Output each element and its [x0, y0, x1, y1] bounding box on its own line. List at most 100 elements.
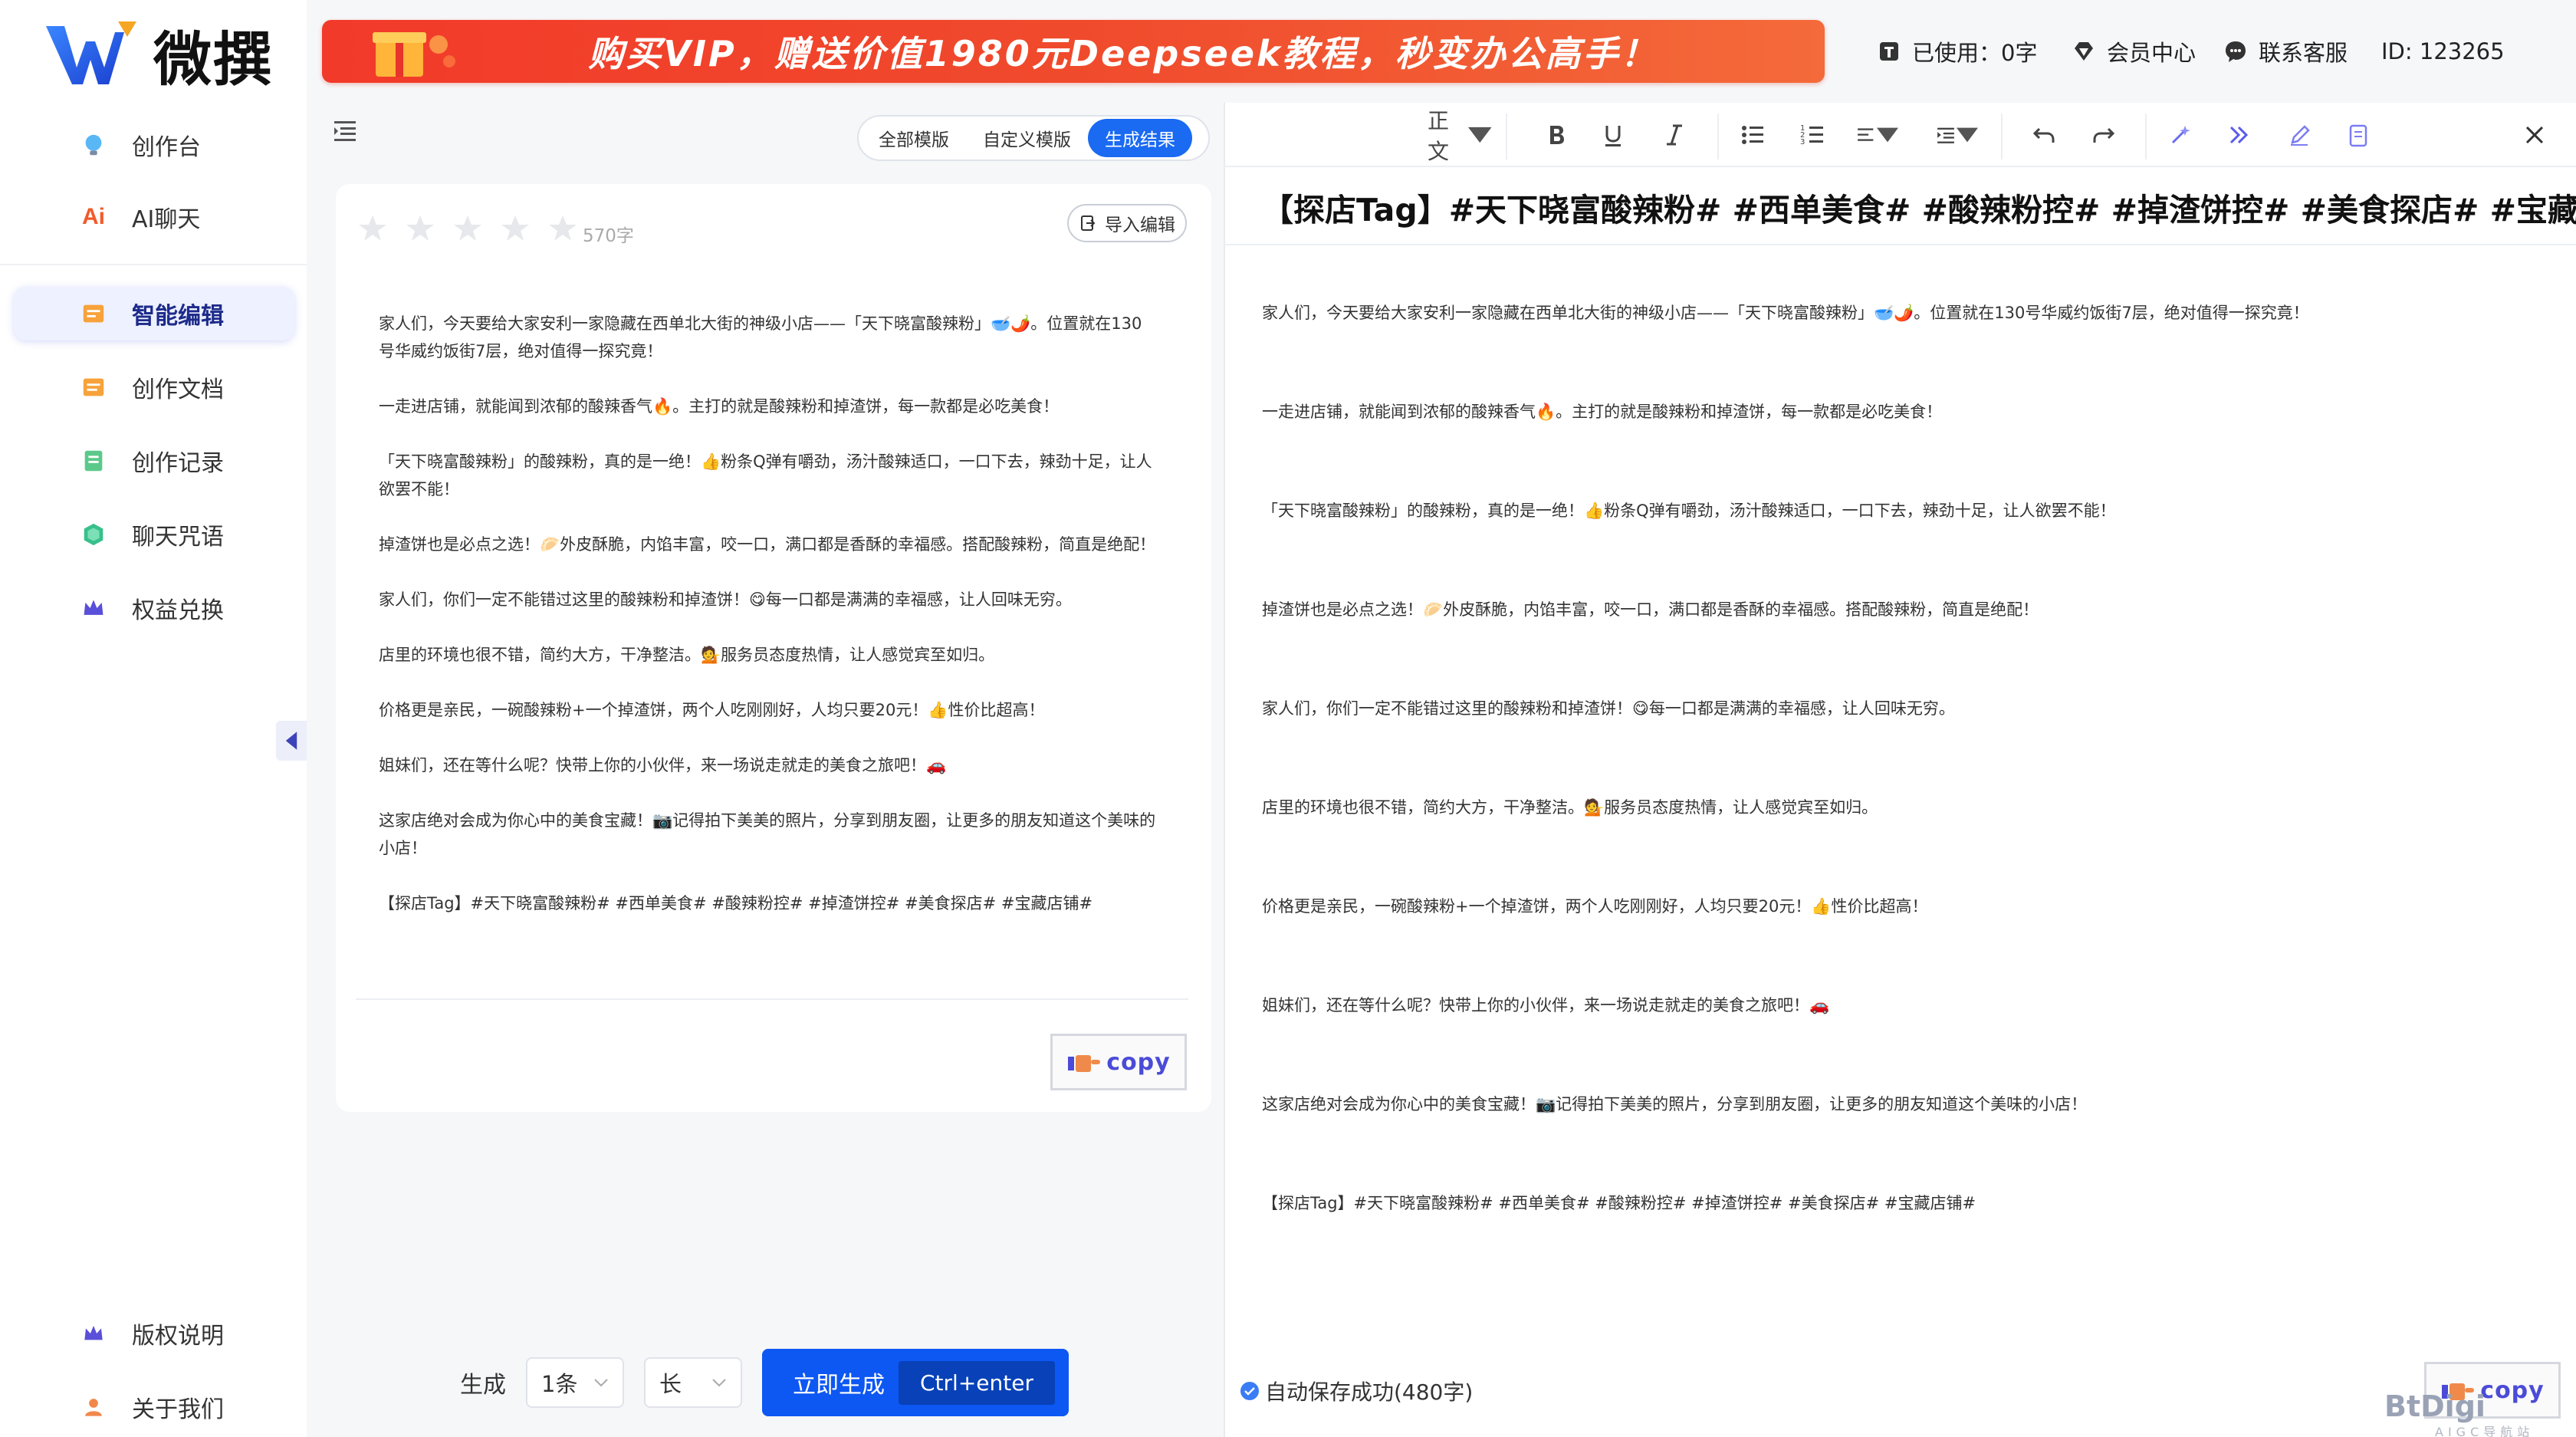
autosave-text: 自动保存成功(480字): [1265, 1379, 1474, 1405]
member-center-link[interactable]: 会员中心: [2072, 32, 2196, 71]
result-paragraph: 这家店绝对会成为你心中的美食宝藏！📷记得拍下美美的照片，分享到朋友圈，让更多的朋…: [379, 811, 1156, 857]
indent-select[interactable]: [1935, 117, 1978, 153]
result-paragraph: 「天下晓富酸辣粉」的酸辣粉，真的是一绝！👍粉条Q弹有嚼劲，汤汁酸辣适口，一口下去…: [379, 452, 1152, 498]
paragraph-style-select[interactable]: 正文: [1428, 108, 1492, 164]
check-circle-icon: [1240, 1382, 1259, 1400]
copy-hand-icon: [1068, 1055, 1101, 1072]
title-divider: [1224, 244, 2576, 245]
star-icon[interactable]: [452, 213, 483, 244]
result-paragraph: 姐妹们，还在等什么呢？快带上你的小伙伴，来一场说走就走的美食之旅吧！🚗: [379, 756, 947, 774]
length-select[interactable]: 长: [644, 1357, 742, 1408]
star-icon[interactable]: [405, 213, 435, 244]
count-select[interactable]: 1条: [526, 1357, 624, 1408]
chevron-down-icon: [594, 1379, 608, 1387]
svg-text:3: 3: [1800, 138, 1805, 146]
editor-paragraph[interactable]: 「天下晓富酸辣粉」的酸辣粉，真的是一绝！👍粉条Q弹有嚼劲，汤汁酸辣适口，一口下去…: [1262, 497, 2550, 596]
member-center-label: 会员中心: [2107, 40, 2196, 66]
tab-results[interactable]: 生成结果: [1088, 119, 1192, 157]
bulb-icon: [80, 131, 107, 159]
bold-button[interactable]: [1541, 117, 1572, 153]
nav-divider: [0, 264, 307, 265]
editor-paragraph[interactable]: 掉渣饼也是必点之选！🥟外皮酥脆，内馅丰富，咬一口，满口都是香酥的幸福感。搭配酸辣…: [1262, 596, 2550, 695]
editor-paragraph[interactable]: 这家店绝对会成为你心中的美食宝藏！📷记得拍下美美的照片，分享到朋友圈，让更多的朋…: [1262, 1090, 2550, 1189]
ai-magic-button[interactable]: [2165, 117, 2196, 153]
continue-writing-button[interactable]: [2223, 117, 2254, 153]
align-select[interactable]: [1855, 117, 1898, 153]
editor-paragraph[interactable]: 一走进店铺，就能闻到浓郁的酸辣香气🔥。主打的就是酸辣粉和掉渣饼，每一款都是必吃美…: [1262, 398, 2550, 497]
triangle-left-icon: [285, 732, 297, 750]
clipboard-icon: [2349, 124, 2367, 147]
watermark: BtDigi: [2384, 1389, 2486, 1423]
ai-chat-icon: Ai: [82, 204, 105, 229]
star-icon[interactable]: [357, 213, 388, 244]
sidebar-item-label: AI聊天: [132, 206, 201, 233]
redo-button[interactable]: [2088, 117, 2119, 153]
sidebar-item-copyright[interactable]: 版权说明: [14, 1307, 294, 1360]
smart-edit-icon: [80, 300, 107, 327]
editor-paragraph[interactable]: 家人们，你们一定不能错过这里的酸辣粉和掉渣饼！😋每一口都是满满的幸福感，让人回味…: [1262, 695, 2550, 794]
import-to-editor-button[interactable]: 导入编辑: [1067, 204, 1187, 242]
tab-all-templates[interactable]: 全部模版: [862, 119, 966, 157]
editor-paragraph[interactable]: 价格更是亲民，一碗酸辣粉+一个掉渣饼，两个人吃刚刚好，人均只要20元！👍性价比超…: [1262, 893, 2550, 991]
sidebar-item-documents[interactable]: 创作文档: [14, 360, 294, 414]
contact-support-link[interactable]: 联系客服: [2223, 32, 2348, 71]
brand-logo[interactable]: 微撰: [44, 20, 273, 94]
redo-icon: [2093, 127, 2115, 143]
sidebar-item-workbench[interactable]: 创作台: [14, 118, 294, 172]
toolbar-separator: [1506, 113, 1507, 159]
shortcut-hint: Ctrl+enter: [899, 1360, 1055, 1405]
user-icon: [80, 1393, 107, 1421]
generate-button-label: 立即生成: [793, 1372, 885, 1399]
summary-button[interactable]: [2343, 117, 2374, 153]
banner-text: 购买VIP，赠送价值1980元Deepseek教程，秒变办公高手！: [588, 33, 1658, 74]
close-editor-button[interactable]: [2519, 117, 2550, 153]
sidebar-item-smart-edit[interactable]: 智能编辑: [14, 287, 294, 340]
user-id: ID: 123265: [2381, 32, 2505, 71]
undo-button[interactable]: [2029, 117, 2059, 153]
sidebar-item-about[interactable]: 关于我们: [14, 1380, 294, 1434]
rewrite-button[interactable]: [2285, 117, 2315, 153]
editor-title[interactable]: 【探店Tag】#天下晓富酸辣粉# #西单美食# #酸辣粉控# #掉渣饼控# #美…: [1262, 184, 2576, 230]
editor-paragraph[interactable]: 姐妹们，还在等什么呢？快带上你的小伙伴，来一场说走就走的美食之旅吧！🚗: [1262, 991, 2550, 1090]
numbered-list-button[interactable]: 123: [1797, 117, 1828, 153]
vip-promo-banner[interactable]: 购买VIP，赠送价值1980元Deepseek教程，秒变办公高手！: [322, 20, 1825, 83]
close-icon: [2525, 126, 2544, 144]
sidebar-item-ai-chat[interactable]: Ai AI聊天: [14, 190, 294, 244]
result-paragraph: 家人们，你们一定不能错过这里的酸辣粉和掉渣饼！😋每一口都是满满的幸福感，让人回味…: [379, 590, 1072, 609]
caret-down-icon: [1877, 127, 1898, 143]
toolbar-separator: [2001, 113, 2003, 159]
collapse-sidebar-button[interactable]: [276, 721, 307, 761]
outline-menu-icon[interactable]: [330, 115, 360, 146]
sidebar-item-redeem[interactable]: 权益兑换: [14, 581, 294, 635]
align-left-icon: [1858, 128, 1874, 141]
sidebar-item-label: 创作记录: [132, 450, 224, 477]
result-text: 家人们，今天要给大家安利一家隐藏在西单北大街的神级小店——「天下晓富酸辣粉」🥣🌶…: [379, 310, 1158, 945]
usage-text: 已使用：0字: [1912, 40, 2038, 66]
length-value: 长: [659, 1371, 682, 1397]
star-icon[interactable]: [547, 213, 578, 244]
sidebar-item-label: 智能编辑: [132, 303, 224, 330]
editor-body[interactable]: 家人们，今天要给大家安利一家隐藏在西单北大街的神级小店——「天下晓富酸辣粉」🥣🌶…: [1262, 299, 2550, 1288]
editor-paragraph[interactable]: 店里的环境也很不错，简约大方，干净整洁。💁服务员态度热情，让人感觉宾至如归。: [1262, 794, 2550, 893]
sidebar-item-spells[interactable]: 聊天咒语: [14, 508, 294, 561]
editor-paragraph[interactable]: 【探店Tag】#天下晓富酸辣粉# #西单美食# #酸辣粉控# #掉渣饼控# #美…: [1262, 1189, 2550, 1288]
import-doc-icon: [1081, 215, 1096, 231]
double-chevron-right-icon: [2229, 126, 2249, 144]
tab-custom-templates[interactable]: 自定义模版: [966, 119, 1088, 157]
paragraph-style-value: 正文: [1428, 108, 1450, 164]
copy-button[interactable]: copy: [1050, 1034, 1187, 1090]
bullet-list-button[interactable]: [1737, 117, 1768, 153]
sidebar-item-label: 关于我们: [132, 1396, 224, 1423]
italic-button[interactable]: [1659, 117, 1690, 153]
generate-label: 生成: [460, 1372, 506, 1399]
result-paragraph: 掉渣饼也是必点之选！🥟外皮酥脆，内馅丰富，咬一口，满口都是香酥的幸福感。搭配酸辣…: [379, 535, 1156, 554]
copy-label: copy: [1106, 1048, 1171, 1076]
sidebar-item-label: 聊天咒语: [132, 524, 224, 551]
sidebar-item-records[interactable]: 创作记录: [14, 434, 294, 488]
generate-now-button[interactable]: 立即生成 Ctrl+enter: [762, 1349, 1069, 1416]
star-icon[interactable]: [500, 213, 531, 244]
underline-button[interactable]: [1598, 117, 1628, 153]
editor-paragraph[interactable]: 家人们，今天要给大家安利一家隐藏在西单北大街的神级小店——「天下晓富酸辣粉」🥣🌶…: [1262, 299, 2550, 398]
copy-label: copy: [2480, 1376, 2545, 1404]
watermark-subtitle: AIGC导航站: [2435, 1425, 2535, 1437]
